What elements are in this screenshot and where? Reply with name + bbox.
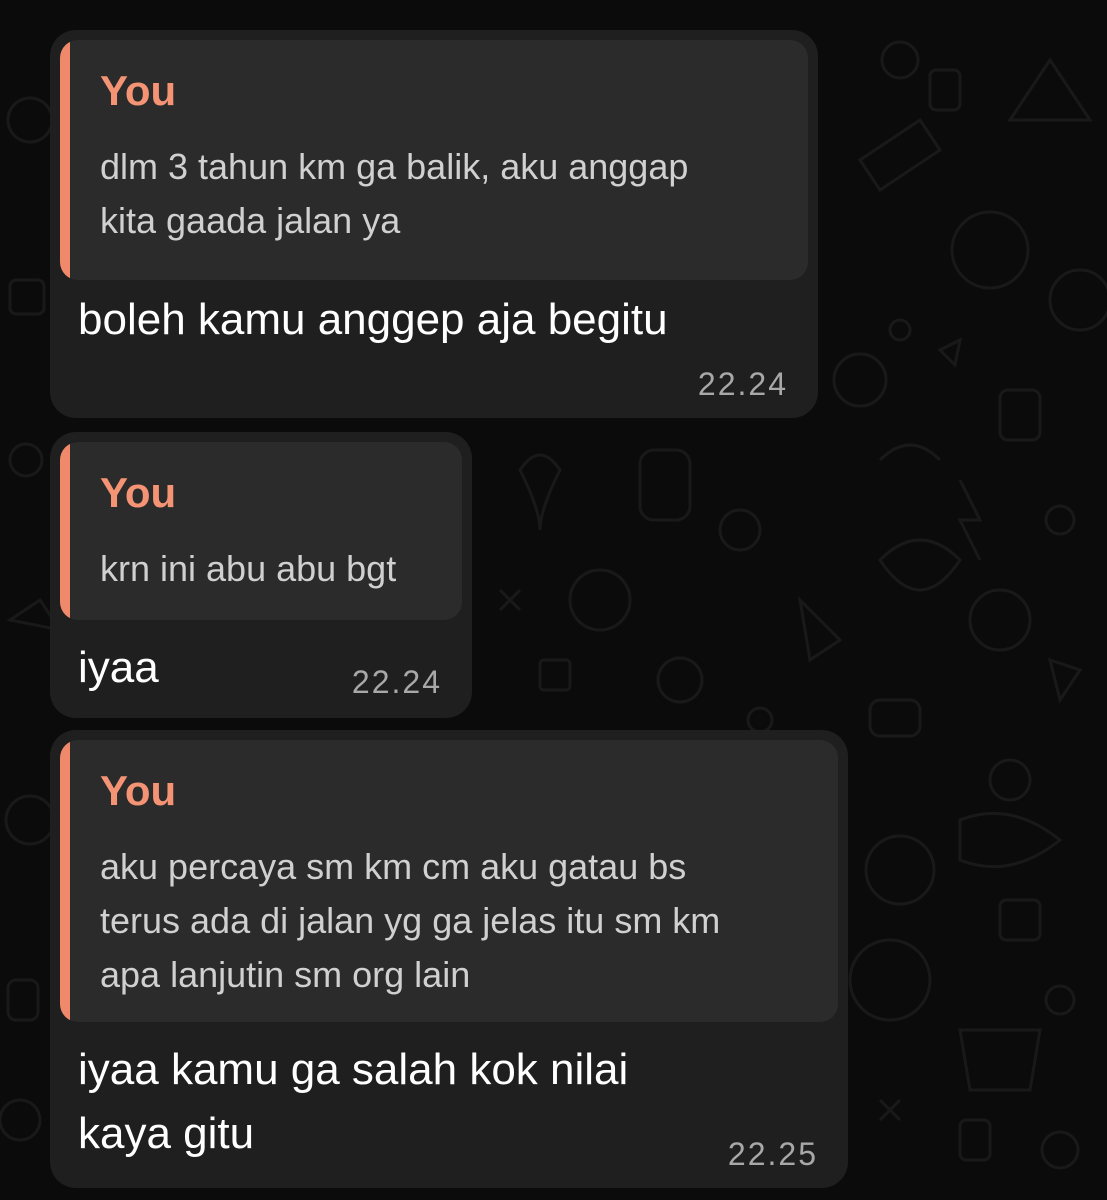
message-text: iyaa kamu ga salah kok nilai kaya gitu — [78, 1045, 629, 1158]
message-bubble[interactable]: You dlm 3 tahun km ga balik, aku anggap … — [50, 30, 818, 418]
quoted-message[interactable]: You krn ini abu abu bgt — [60, 442, 462, 620]
message-text: boleh kamu anggep aja begitu — [78, 295, 668, 344]
message-timestamp: 22.25 — [727, 1136, 818, 1172]
quote-author: You — [100, 67, 177, 114]
quote-text: krn ini abu abu bgt — [100, 548, 397, 589]
quote-accent-bar — [60, 442, 70, 620]
message-timestamp: 22.24 — [697, 366, 788, 402]
message-bubble[interactable]: You krn ini abu abu bgt iyaa 22.24 — [50, 432, 472, 718]
quote-author: You — [100, 767, 177, 814]
quote-accent-bar — [60, 740, 70, 1022]
message-bubble[interactable]: You aku percaya sm km cm aku gatau bs te… — [50, 730, 848, 1188]
quote-text: aku percaya sm km cm aku gatau bs terus … — [100, 846, 721, 995]
quoted-message[interactable]: You dlm 3 tahun km ga balik, aku anggap … — [60, 40, 808, 280]
quote-accent-bar — [60, 40, 70, 280]
quote-text: dlm 3 tahun km ga balik, aku anggap kita… — [100, 146, 689, 241]
quoted-message[interactable]: You aku percaya sm km cm aku gatau bs te… — [60, 740, 838, 1022]
message-text: iyaa — [78, 643, 159, 692]
quote-author: You — [100, 469, 177, 516]
message-timestamp: 22.24 — [351, 664, 442, 700]
